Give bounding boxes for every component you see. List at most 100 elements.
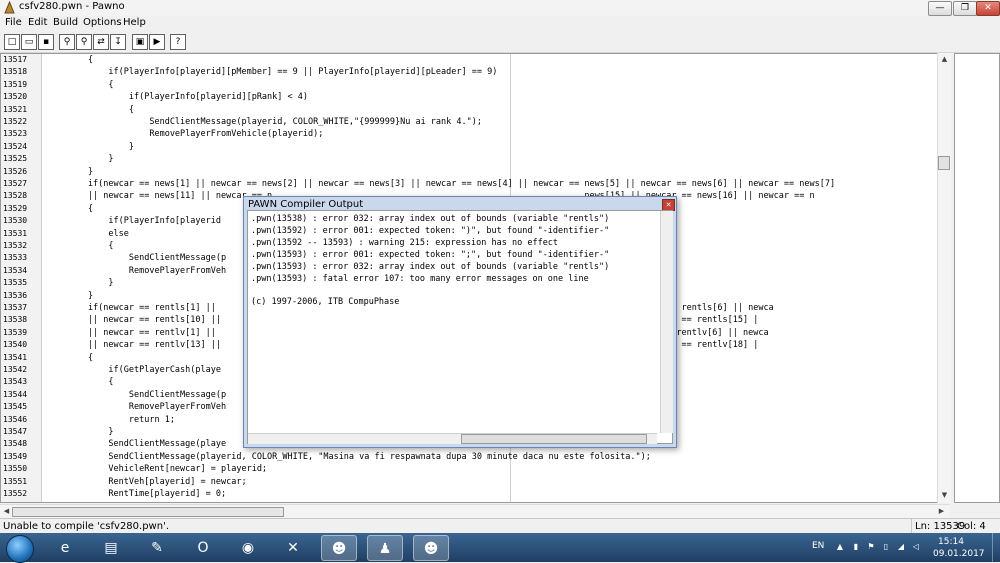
code-line: { xyxy=(47,203,94,214)
menu-build[interactable]: Build xyxy=(53,17,78,28)
line-number: 13545 xyxy=(3,402,28,412)
scroll-left-icon[interactable]: ◀ xyxy=(1,506,12,517)
run-icon[interactable]: ▶ xyxy=(149,34,165,50)
code-line: else xyxy=(47,228,129,239)
internet-explorer-icon[interactable]: e xyxy=(47,535,83,561)
language-indicator[interactable]: EN xyxy=(812,541,824,551)
line-number: 13530 xyxy=(3,216,28,226)
show-desktop-button[interactable] xyxy=(992,533,1000,562)
line-number: 13551 xyxy=(3,476,28,486)
dialog-horizontal-scroll-thumb[interactable] xyxy=(461,434,647,444)
goto-line-icon[interactable]: ↧ xyxy=(110,34,126,50)
tray-device-icon[interactable]: ▯ xyxy=(881,542,891,552)
code-line: SendClientMessage(playerid, COLOR_WHITE,… xyxy=(47,451,651,462)
scroll-up-icon[interactable]: ▲ xyxy=(939,54,950,65)
status-column: Col: 4 xyxy=(957,521,986,532)
menu-file[interactable]: File xyxy=(5,17,22,28)
line-number: 13535 xyxy=(3,278,28,288)
line-number: 13542 xyxy=(3,365,28,374)
title-bar xyxy=(0,0,1000,16)
editor-vertical-scrollbar[interactable]: ▲ ▼ xyxy=(937,53,951,503)
code-line: } xyxy=(47,278,114,289)
output-line: .pwn(13592) : error 001: expected token:… xyxy=(251,226,610,236)
line-number: 13533 xyxy=(3,253,28,263)
tray-volume-icon[interactable]: ◁ xyxy=(911,542,921,552)
line-number: 13524 xyxy=(3,141,28,151)
scroll-down-icon[interactable]: ▼ xyxy=(939,490,950,501)
minimize-button[interactable]: — xyxy=(928,1,952,16)
line-number: 13550 xyxy=(3,464,28,474)
line-number: 13518 xyxy=(3,67,28,77)
code-line: } xyxy=(47,427,114,437)
close-button[interactable]: ✕ xyxy=(976,1,1000,16)
horizontal-scroll-thumb[interactable] xyxy=(12,507,284,517)
output-line: .pwn(13592 -- 13593) : warning 215: expr… xyxy=(251,238,559,248)
help-icon[interactable]: ? xyxy=(170,34,186,50)
line-number: 13549 xyxy=(3,451,28,461)
find-icon[interactable]: ⚲ xyxy=(59,34,75,50)
scroll-right-icon[interactable]: ▶ xyxy=(936,506,947,517)
file-explorer-icon[interactable]: ▤ xyxy=(93,535,129,561)
tray-network-icon[interactable]: ▮ xyxy=(851,542,861,552)
opera-icon[interactable]: O xyxy=(185,535,221,561)
line-number: 13531 xyxy=(3,228,28,238)
code-line: RentVeh[playerid] = newcar; xyxy=(47,476,247,487)
menu-edit[interactable]: Edit xyxy=(28,17,47,28)
output-line: .pwn(13593) : fatal error 107: too many … xyxy=(251,274,589,284)
dialog-vertical-scrollbar[interactable] xyxy=(660,211,673,433)
code-line: } xyxy=(47,166,94,177)
code-line: } xyxy=(47,154,114,165)
status-message: Unable to compile 'csfv280.pwn'. xyxy=(3,521,170,532)
clock-date[interactable]: 09.01.2017 xyxy=(933,549,985,559)
tray-flag-icon[interactable]: ⚑ xyxy=(866,542,876,552)
line-number: 13541 xyxy=(3,352,28,362)
new-file-icon[interactable]: □ xyxy=(4,34,20,50)
samp-icon[interactable]: ☻ xyxy=(321,535,357,561)
clock-time[interactable]: 15:14 xyxy=(938,537,964,547)
code-line: } xyxy=(47,290,94,301)
paint-icon[interactable]: ✎ xyxy=(139,535,175,561)
dialog-title: PAWN Compiler Output xyxy=(248,199,364,210)
toolbar: □ ▭ ▪ ⚲ ⚲ ⇄ ↧ ▣ ▶ ? xyxy=(0,32,1000,53)
code-line: RemovePlayerFromVeh xyxy=(47,402,227,413)
code-line: SendClientMessage(p xyxy=(47,389,227,400)
firefox-icon[interactable]: ◉ xyxy=(230,535,266,561)
vertical-scroll-thumb[interactable] xyxy=(938,156,950,170)
menu-options[interactable]: Options xyxy=(83,17,122,28)
save-icon[interactable]: ▪ xyxy=(38,34,54,50)
maximize-button[interactable]: ❐ xyxy=(953,1,977,16)
find-next-icon[interactable]: ⚲ xyxy=(76,34,92,50)
code-line: if(PlayerInfo[playerid xyxy=(47,216,221,227)
code-line: { xyxy=(47,377,114,388)
copyright-line: (c) 1997-2006, ITB CompuPhase xyxy=(251,297,400,307)
code-line: SendClientMessage(playerid, COLOR_WHITE,… xyxy=(47,117,482,127)
xampp-icon[interactable]: ✕ xyxy=(275,535,311,561)
gta-icon[interactable]: ☻ xyxy=(413,535,449,561)
open-folder-icon[interactable]: ▭ xyxy=(21,34,37,50)
menu-help[interactable]: Help xyxy=(123,17,146,28)
pawno-icon[interactable]: ♟ xyxy=(367,535,403,561)
line-number: 13546 xyxy=(3,414,28,424)
code-line: { xyxy=(47,104,134,115)
code-line: RentTime[playerid] = 0; xyxy=(47,489,227,499)
replace-icon[interactable]: ⇄ xyxy=(93,34,109,50)
line-number: 13517 xyxy=(3,55,28,64)
output-line: .pwn(13593) : error 001: expected token:… xyxy=(251,250,610,260)
code-line: SendClientMessage(p xyxy=(47,253,227,264)
line-number: 13538 xyxy=(3,315,28,325)
tray-signal-icon[interactable]: ◢ xyxy=(896,542,906,552)
output-line: .pwn(13538) : error 032: array index out… xyxy=(251,214,610,224)
code-line: { xyxy=(47,55,94,65)
line-number: 13534 xyxy=(3,265,28,275)
line-number: 13544 xyxy=(3,389,28,399)
compile-icon[interactable]: ▣ xyxy=(132,34,148,50)
code-line: if(PlayerInfo[playerid][pMember] == 9 ||… xyxy=(47,67,498,78)
code-line: return 1; xyxy=(47,414,175,425)
line-number: 13519 xyxy=(3,79,28,89)
tray-arrow-icon[interactable]: ▲ xyxy=(835,542,845,552)
start-button[interactable] xyxy=(6,535,34,563)
window-title: csfv280.pwn - Pawno xyxy=(19,1,125,12)
line-number: 13523 xyxy=(3,129,28,139)
line-number: 13552 xyxy=(3,489,28,498)
code-line: VehicleRent[newcar] = playerid; xyxy=(47,464,268,475)
